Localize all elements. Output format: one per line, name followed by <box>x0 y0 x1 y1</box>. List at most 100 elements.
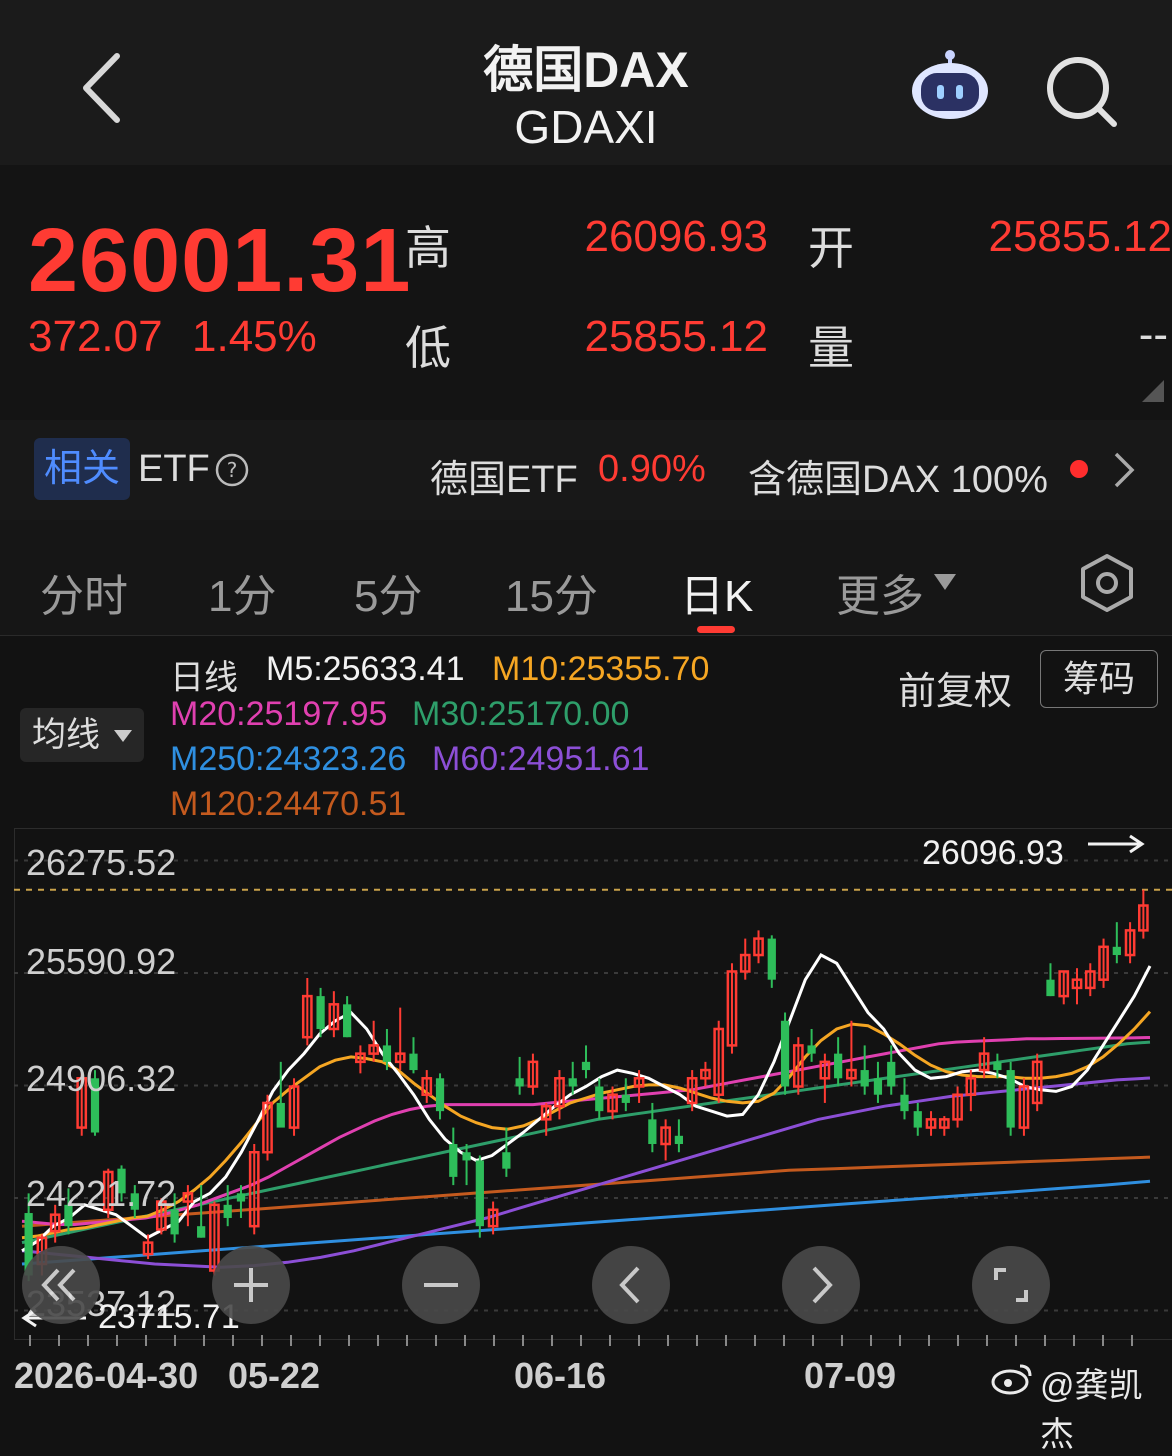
settings-hexagon-icon[interactable] <box>1078 552 1136 614</box>
y-tick-label: 24221.72 <box>26 1173 177 1214</box>
red-dot-badge <box>1070 460 1088 478</box>
ma-line-m60 <box>21 1076 1151 1269</box>
chip-distribution-button[interactable]: 筹码 <box>1040 650 1158 708</box>
candle-body <box>343 1004 352 1038</box>
ma120-label: M120:24470.51 <box>170 785 407 823</box>
search-icon[interactable] <box>1042 52 1122 132</box>
ma-line-m5 <box>21 953 1152 1253</box>
candle-body <box>993 1061 1002 1071</box>
x-tick-label: 06-16 <box>514 1355 607 1396</box>
expand-corner-icon[interactable] <box>1142 380 1164 402</box>
candle-body <box>834 1053 843 1079</box>
etf-contains-text: 含德国DAX 100% <box>748 459 1048 501</box>
etf-item-percent: 0.90% <box>598 448 706 490</box>
etf-item-name[interactable]: 德国ETF <box>430 448 578 503</box>
candle-body <box>807 1045 816 1054</box>
triangle-down-icon[interactable] <box>932 572 958 592</box>
candle-body <box>409 1053 418 1071</box>
ma30-label: M30:25170.00 <box>412 695 630 733</box>
low-value: 25855.12 <box>584 312 768 361</box>
tab-daily-k[interactable]: 日K <box>680 560 753 624</box>
candle-body <box>581 1061 591 1071</box>
volume-label: 量 <box>808 322 854 374</box>
candle-body <box>382 1045 392 1062</box>
zoom-in-button[interactable] <box>212 1246 290 1324</box>
zoom-out-button[interactable] <box>402 1246 480 1324</box>
candle-body <box>767 938 776 980</box>
high-value: 26096.93 <box>584 212 768 261</box>
chevron-right-icon[interactable] <box>1108 448 1138 492</box>
candle-body <box>900 1094 909 1112</box>
chevron-left-icon <box>619 1266 640 1304</box>
y-tick-label: 24906.32 <box>26 1058 177 1099</box>
candle-body <box>674 1135 684 1145</box>
page-title: 德国DAX <box>483 42 689 98</box>
candle-body <box>780 1020 790 1087</box>
price-change: 372.07 <box>28 312 163 361</box>
candle-body <box>887 1061 896 1087</box>
scroll-start-button[interactable] <box>22 1246 100 1324</box>
candle-body <box>1006 1070 1015 1128</box>
tab-timeshare[interactable]: 分时 <box>40 560 128 624</box>
weibo-logo-icon <box>991 1364 1032 1395</box>
candle-body <box>236 1193 246 1202</box>
candle-body <box>913 1111 922 1128</box>
tab-1min[interactable]: 1分 <box>208 560 276 624</box>
etf-label: ETF <box>138 448 210 490</box>
related-tag: 相关 <box>34 438 130 500</box>
fullscreen-button[interactable] <box>972 1246 1050 1324</box>
candle-body <box>449 1144 458 1177</box>
candle-body <box>621 1094 630 1103</box>
period-label: 日线 <box>170 659 238 697</box>
moving-average-label: 均线 <box>32 716 100 754</box>
plus-icon <box>234 1268 268 1302</box>
low-label: 低 <box>405 322 451 374</box>
active-tab-indicator <box>697 626 735 633</box>
tab-more[interactable]: 更多 <box>836 560 924 624</box>
candle-body <box>462 1152 471 1161</box>
volume-value: -- <box>1138 310 1168 359</box>
high-label: 高 <box>405 222 451 274</box>
candle-body <box>316 996 325 1029</box>
arrow-right-icon <box>1088 834 1145 854</box>
price-adjust-label[interactable]: 前复权 <box>898 660 1012 715</box>
price-change-percent: 1.45% <box>192 312 317 361</box>
max-price-label: 26096.93 <box>922 834 1064 872</box>
candle-body <box>197 1226 206 1238</box>
candle-body <box>568 1078 577 1087</box>
candle-body <box>502 1152 511 1169</box>
author-watermark: @龚凯杰 <box>1040 1367 1143 1454</box>
triangle-down-icon[interactable] <box>112 728 134 744</box>
minus-icon <box>424 1283 458 1287</box>
candle-body <box>860 1070 869 1087</box>
candle-body <box>1046 979 1055 997</box>
scroll-left-button[interactable] <box>592 1246 670 1324</box>
ma10-label: M10:25355.70 <box>492 650 710 688</box>
candle-body <box>1112 946 1121 956</box>
scroll-right-button[interactable] <box>782 1246 860 1324</box>
candle-body <box>223 1204 232 1218</box>
chevron-right-icon <box>812 1266 833 1304</box>
candle-body <box>595 1086 604 1112</box>
tab-5min[interactable]: 5分 <box>354 560 422 624</box>
x-tick-label: 07-09 <box>804 1355 897 1396</box>
y-tick-label: 25590.92 <box>26 941 177 982</box>
open-label: 开 <box>808 222 854 274</box>
page-subtitle: GDAXI <box>514 101 658 153</box>
double-chevron-left-icon <box>41 1268 76 1302</box>
candle-body <box>515 1078 524 1087</box>
x-tick-label: 05-22 <box>228 1355 321 1396</box>
svg-text:?: ? <box>227 458 238 482</box>
fullscreen-icon <box>994 1268 1028 1302</box>
candle-body <box>435 1078 445 1112</box>
last-price: 26001.31 <box>28 211 412 311</box>
x-tick-label: 2026-04-30 <box>14 1355 199 1396</box>
tab-15min[interactable]: 15分 <box>505 560 598 624</box>
open-value: 25855.12 <box>988 212 1172 261</box>
y-tick-label: 26275.52 <box>26 842 177 883</box>
robot-assistant-icon[interactable] <box>905 45 995 125</box>
candle-body <box>648 1119 657 1145</box>
candle-body <box>276 1102 285 1128</box>
ma250-label: M250:24323.26 <box>170 740 407 778</box>
question-circle-icon[interactable]: ? <box>214 452 250 488</box>
